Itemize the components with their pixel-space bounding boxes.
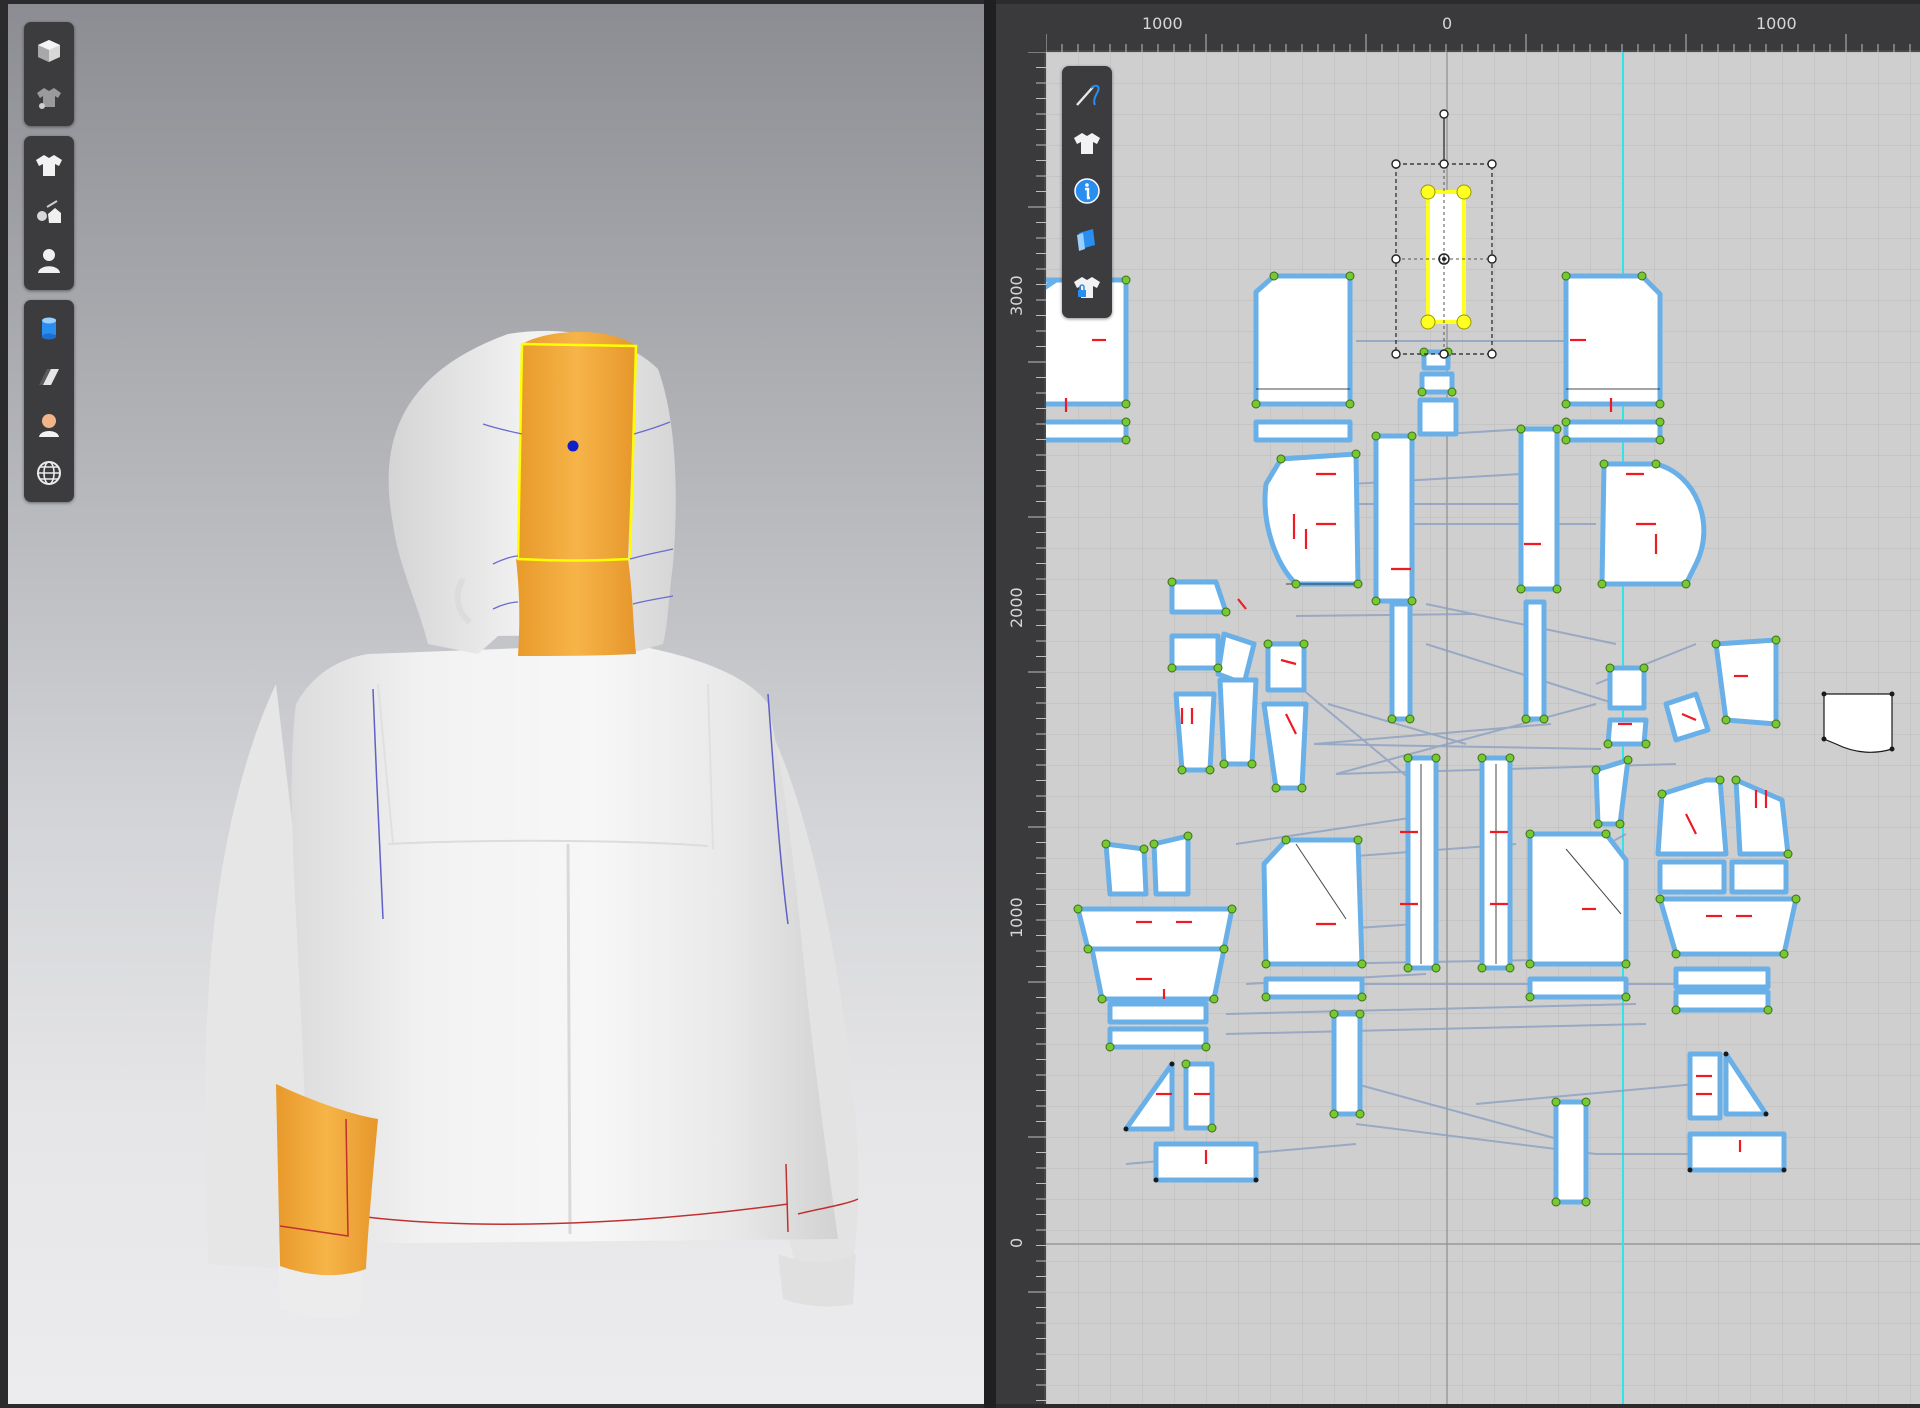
garment-display-icon[interactable] xyxy=(30,78,68,116)
layer-icon[interactable] xyxy=(1068,220,1106,258)
3d-toolbar-group-3 xyxy=(24,300,74,502)
pattern-piece[interactable] xyxy=(1553,1099,1589,1205)
pattern-piece[interactable] xyxy=(1265,641,1307,693)
shirt-icon[interactable] xyxy=(30,146,68,184)
pattern-piece[interactable] xyxy=(1518,426,1560,592)
2d-pattern-window[interactable]: 1000 0 1000 3000 2000 1000 0 xyxy=(996,4,1920,1404)
ruler-left-label: 3000 xyxy=(1007,275,1026,316)
pattern-piece[interactable] xyxy=(1657,859,1727,895)
lock-shirt-icon[interactable] xyxy=(1068,268,1106,306)
pattern-piece[interactable] xyxy=(1373,433,1415,604)
pattern-piece[interactable] xyxy=(1263,976,1365,1000)
fabric-tool-icon[interactable] xyxy=(30,194,68,232)
pattern-piece[interactable] xyxy=(1673,989,1771,1013)
pattern-piece[interactable] xyxy=(1089,946,1227,1002)
pattern-piece[interactable] xyxy=(1657,896,1799,957)
pattern-piece[interactable] xyxy=(1593,757,1631,827)
cube-view-icon[interactable] xyxy=(30,32,68,70)
pane-divider[interactable] xyxy=(984,0,996,1408)
ruler-top-label: 1000 xyxy=(1756,14,1797,33)
pattern-piece[interactable] xyxy=(1655,777,1729,857)
cylinder-shape-icon[interactable] xyxy=(30,310,68,348)
pattern-piece[interactable] xyxy=(1405,755,1439,971)
pattern-piece[interactable] xyxy=(1107,1026,1209,1050)
pattern-piece[interactable] xyxy=(1713,637,1779,727)
pattern-piece[interactable] xyxy=(1729,859,1789,895)
avatar-icon[interactable] xyxy=(30,242,68,280)
pattern-piece[interactable] xyxy=(1673,966,1771,990)
2d-toolbar xyxy=(1062,66,1112,318)
pattern-piece[interactable] xyxy=(1389,601,1413,722)
3d-toolbar-group-1 xyxy=(24,22,74,126)
pattern-piece[interactable] xyxy=(1151,833,1191,897)
shirt-icon[interactable] xyxy=(1068,124,1106,162)
texture-icon[interactable] xyxy=(30,358,68,396)
pattern-piece[interactable] xyxy=(1607,665,1647,711)
pattern-piece[interactable] xyxy=(1419,371,1455,395)
pattern-piece-pocket[interactable] xyxy=(1823,693,1893,753)
3d-viewport[interactable] xyxy=(8,4,984,1404)
pattern-piece[interactable] xyxy=(1183,1061,1215,1131)
pattern-piece[interactable] xyxy=(1217,677,1259,767)
pattern-piece[interactable] xyxy=(1563,419,1663,443)
pattern-piece[interactable] xyxy=(1169,579,1229,615)
pattern-piece[interactable] xyxy=(1173,691,1217,773)
ruler-left-label: 1000 xyxy=(1007,897,1026,938)
pattern-piece[interactable] xyxy=(1523,599,1547,722)
sewing-needle-icon[interactable] xyxy=(1068,76,1106,114)
pattern-piece[interactable] xyxy=(1331,1011,1363,1117)
pattern-piece[interactable] xyxy=(1169,633,1221,671)
ruler-left-label: 0 xyxy=(1007,1238,1026,1248)
info-icon[interactable] xyxy=(1068,172,1106,210)
pattern-piece[interactable] xyxy=(1417,397,1459,437)
ruler-corner xyxy=(996,4,1046,52)
pattern-piece[interactable] xyxy=(1261,837,1365,967)
selected-pattern-piece[interactable] xyxy=(1426,190,1466,324)
globe-icon[interactable] xyxy=(30,454,68,492)
pattern-piece[interactable] xyxy=(1103,841,1149,897)
pattern-piece[interactable] xyxy=(1262,451,1361,587)
ruler-top[interactable]: 1000 0 1000 xyxy=(996,4,1920,52)
pattern-piece[interactable] xyxy=(1253,419,1353,443)
pattern-piece[interactable] xyxy=(1527,976,1629,1000)
3d-toolbar-group-2 xyxy=(24,136,74,290)
pattern-piece[interactable] xyxy=(1029,419,1129,443)
pattern-piece[interactable] xyxy=(1687,1131,1787,1173)
ruler-left-label: 2000 xyxy=(1007,587,1026,628)
ruler-top-label: 0 xyxy=(1442,14,1452,33)
pin-point[interactable] xyxy=(567,440,579,452)
pattern-piece[interactable] xyxy=(1075,906,1235,952)
avatar-garment-render[interactable] xyxy=(8,4,984,1404)
skin-icon[interactable] xyxy=(30,406,68,444)
pattern-piece[interactable] xyxy=(1107,1001,1209,1025)
ruler-top-label: 1000 xyxy=(1142,14,1183,33)
pattern-piece[interactable] xyxy=(1687,1051,1723,1121)
pattern-piece-front-left[interactable] xyxy=(1253,273,1353,407)
pattern-piece[interactable] xyxy=(1527,831,1629,967)
ruler-left[interactable]: 3000 2000 1000 0 xyxy=(996,51,1046,1404)
